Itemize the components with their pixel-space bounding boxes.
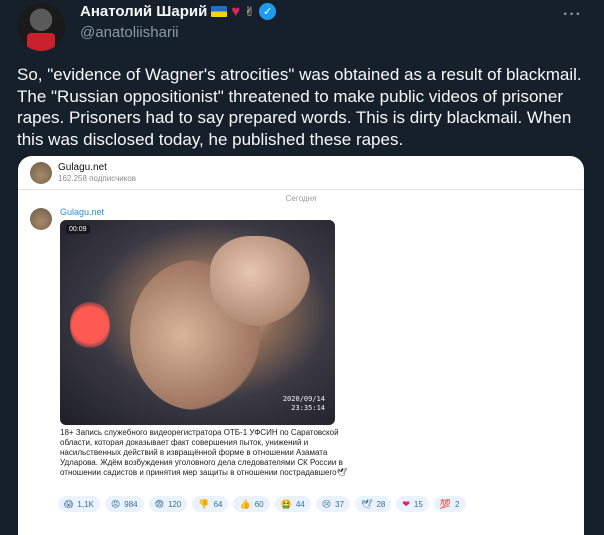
reaction-chip: 👍 60 [233, 496, 270, 512]
post-text: 18+ Запись служебного видеорегистратора … [60, 428, 347, 477]
reaction-chip: 😢 37 [315, 496, 351, 512]
reaction-count: 15 [413, 499, 423, 509]
channel-subscribers: 162.258 подписчиков [58, 174, 137, 183]
reaction-count: 984 [124, 499, 138, 509]
heart-icon: ♥ [231, 3, 241, 20]
video-hand [210, 236, 310, 326]
video-stamp-date: 2020/09/14 [282, 395, 325, 403]
channel-name: Gulagu.net [58, 162, 107, 173]
victory-hand-icon: ✌ [244, 3, 256, 19]
reaction-count: 64 [213, 499, 223, 509]
reaction-chip: 😱 1,1K [58, 496, 100, 512]
tweet-media-image[interactable]: Gulagu.net 162.258 подписчиков Сегодня G… [18, 156, 584, 535]
heart-icon: ❤ [402, 498, 410, 509]
reaction-chip: 👎 64 [192, 496, 229, 512]
reaction-count: 1,1K [77, 499, 94, 509]
ukraine-flag-icon [211, 6, 228, 17]
video-stamp-time: 23:35:14 [291, 404, 325, 412]
tweet-text: So, "evidence of Wagner's atrocities" wa… [17, 65, 582, 149]
reaction-chip: 🤮 44 [274, 496, 311, 512]
scream-icon: 😱 [64, 498, 74, 509]
reaction-chip: ❤ 15 [396, 496, 429, 512]
reaction-count: 2 [455, 499, 460, 509]
fearful-face-icon: 😨 [154, 498, 164, 509]
reaction-count: 37 [335, 499, 345, 509]
display-name[interactable]: Анатолий Шарий [80, 3, 207, 20]
reaction-count: 60 [254, 499, 264, 509]
reaction-chip: 😡 984 [104, 496, 144, 512]
handle[interactable]: @anatoliisharii [80, 24, 179, 41]
video-frame: 00:09 2020/09/14 23:35:14 [60, 220, 335, 425]
reaction-count: 120 [168, 499, 182, 509]
crying-face-icon: 😢 [321, 498, 332, 509]
reaction-chip: 💯 2 [433, 496, 466, 512]
more-options-icon[interactable]: ··· [563, 6, 582, 24]
dove-icon: 🕊 [361, 498, 373, 509]
reaction-chip: 😨 120 [148, 496, 188, 512]
angry-face-icon: 😡 [110, 498, 121, 509]
channel-avatar [30, 162, 52, 184]
author-name-row: Анатолий Шарий ♥ ✌ ✓ [80, 3, 277, 20]
hundred-points-icon: 💯 [439, 498, 452, 509]
vomit-face-icon: 🤮 [280, 498, 292, 509]
redaction-mark [70, 300, 110, 350]
date-divider: Сегодня [285, 194, 317, 203]
post-author: Gulagu.net [60, 207, 105, 217]
reactions-bar: 😱 1,1K 😡 984 😨 120 👎 64 👍 60 🤮 44 😢 37 🕊 28 ❤ 15 … [58, 496, 466, 512]
thumbs-down-icon: 👎 [198, 498, 210, 509]
video-duration: 00:09 [66, 225, 90, 234]
video-timestamp: 2020/09/14 23:35:14 [283, 395, 325, 413]
verified-badge-icon: ✓ [259, 3, 277, 20]
tweet: Анатолий Шарий ♥ ✌ ✓ @anatoliisharii ···… [0, 0, 604, 535]
reaction-chip: 🕊 28 [355, 496, 392, 512]
post-avatar [30, 208, 52, 230]
avatar[interactable] [17, 3, 65, 51]
reaction-count: 28 [376, 499, 386, 509]
channel-header: Gulagu.net 162.258 подписчиков [18, 156, 584, 190]
thumbs-up-icon: 👍 [239, 498, 251, 509]
reaction-count: 44 [295, 499, 305, 509]
